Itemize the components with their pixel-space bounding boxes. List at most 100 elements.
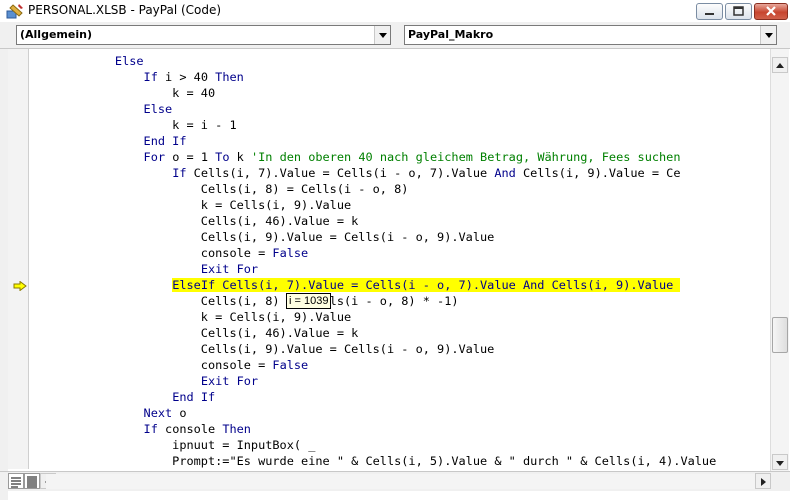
code-keyword: If [143, 422, 158, 436]
code-line[interactable]: k = Cells(i, 9).Value [29, 309, 351, 325]
code-token: console = [29, 246, 273, 260]
maximize-icon [733, 6, 744, 16]
code-line[interactable]: Cells(i, 8) = (Cells(i - o, 8) * -1) [29, 293, 459, 309]
procedure-view-button[interactable] [8, 473, 24, 489]
vba-project-icon [6, 4, 23, 19]
code-token: Cells(i, 8) = (Cells(i - o, 8) * -1) [29, 294, 459, 308]
horizontal-scroll-track[interactable] [46, 474, 764, 489]
code-line[interactable]: End If [29, 389, 215, 405]
code-line[interactable]: k = i - 1 [29, 117, 237, 133]
code-keyword: End If [172, 390, 216, 404]
code-line[interactable]: Exit For [29, 261, 258, 277]
minimize-button[interactable] [696, 3, 723, 20]
code-keyword: Exit For [200, 262, 259, 276]
window-title: PERSONAL.XLSB - PayPal (Code) [28, 3, 222, 17]
code-token: k = Cells(i, 9).Value [29, 198, 352, 212]
code-editor[interactable]: Else If i > 40 Then k = 40 Else k = i - … [0, 49, 790, 500]
code-text-area[interactable]: Else If i > 40 Then k = 40 Else k = i - … [29, 53, 770, 469]
code-line[interactable]: Cells(i, 46).Value = k [29, 213, 359, 229]
vertical-scrollbar[interactable] [770, 49, 789, 471]
code-line[interactable]: console = False [29, 245, 308, 261]
full-module-view-button[interactable] [24, 473, 40, 489]
code-token: Cells(i, 9).Value = Ce [515, 166, 681, 180]
title-bar: PERSONAL.XLSB - PayPal (Code) [0, 0, 790, 23]
code-token: console = [29, 358, 273, 372]
code-keyword: Next [143, 406, 173, 420]
code-keyword: To [215, 150, 230, 164]
code-line[interactable]: If console Then [29, 421, 251, 437]
code-line[interactable]: End If [29, 133, 187, 149]
arrow-right-icon [761, 478, 766, 486]
code-line[interactable]: console = False [29, 357, 308, 373]
code-line[interactable]: k = 40 [29, 85, 215, 101]
scroll-right-button[interactable] [755, 473, 771, 489]
code-line[interactable]: Else [29, 53, 144, 69]
code-line[interactable]: Exit For [29, 373, 258, 389]
maximize-button[interactable] [725, 3, 752, 20]
code-line[interactable]: Cells(i, 9).Value = Cells(i - o, 9).Valu… [29, 229, 495, 245]
code-keyword: Then [222, 422, 251, 436]
scroll-up-button[interactable] [772, 57, 788, 73]
vertical-scroll-thumb[interactable] [772, 317, 788, 353]
code-token: k = Cells(i, 9).Value [29, 310, 352, 324]
code-keyword: If [172, 166, 187, 180]
procedure-combobox-value: PayPal_Makro [408, 28, 494, 41]
code-line[interactable]: Next o [29, 405, 187, 421]
object-combobox-value: (Allgemein) [20, 28, 92, 41]
object-combobox[interactable]: (Allgemein) [16, 25, 391, 45]
code-token: Prompt:="Es wurde eine " & Cells(i, 5).V… [29, 454, 717, 468]
code-keyword: For [143, 150, 166, 164]
code-token: ipnuut = InputBox( _ [29, 438, 316, 452]
code-token: Cells(i, 7).Value = Cells(i - o, 7).Valu… [186, 166, 495, 180]
code-line[interactable]: Cells(i, 46).Value = k [29, 325, 359, 341]
code-keyword: And [494, 166, 516, 180]
code-keyword: Then [215, 70, 244, 84]
chevron-down-icon[interactable] [374, 26, 390, 44]
code-line[interactable]: For o = 1 To k 'In den oberen 40 nach gl… [29, 149, 681, 165]
code-comment: 'In den oberen 40 nach gleichem Betrag, … [250, 150, 681, 164]
code-token: Cells(i, 46).Value = k [29, 214, 359, 228]
indicator-margin[interactable] [8, 49, 29, 469]
close-button[interactable] [754, 3, 788, 20]
variable-value-tooltip: i = 1039 [286, 293, 332, 309]
code-token: k = 40 [29, 86, 216, 100]
code-line[interactable]: Cells(i, 9).Value = Cells(i - o, 9).Valu… [29, 341, 495, 357]
code-keyword: Else [114, 54, 144, 68]
code-token: k [229, 150, 251, 164]
code-line[interactable]: Else [29, 101, 173, 117]
code-token: ElseIf Cells(i, 7).Value = Cells(i - o, … [172, 278, 681, 292]
horizontal-scrollbar[interactable] [0, 471, 790, 491]
code-line[interactable]: ipnuut = InputBox( _ [29, 437, 315, 453]
code-keyword: Else [143, 102, 173, 116]
code-token: Cells(i, 9).Value = Cells(i - o, 9).Valu… [29, 230, 495, 244]
code-keyword: End If [143, 134, 187, 148]
chevron-down-icon[interactable] [760, 26, 776, 44]
code-keyword: False [272, 246, 309, 260]
minimize-icon [705, 13, 714, 15]
editor-left-edge [0, 49, 8, 500]
arrow-up-icon [776, 63, 784, 68]
code-line[interactable]: Prompt:="Es wurde eine " & Cells(i, 5).V… [29, 453, 716, 469]
code-token: Cells(i, 8) = Cells(i - o, 8) [29, 182, 409, 196]
code-line[interactable]: If i > 40 Then [29, 69, 244, 85]
scroll-down-button[interactable] [772, 454, 788, 470]
code-line[interactable]: Cells(i, 8) = Cells(i - o, 8) [29, 181, 409, 197]
code-token: Cells(i, 46).Value = k [29, 326, 359, 340]
arrow-down-icon [776, 461, 784, 466]
code-token: k = i - 1 [29, 118, 237, 132]
procedure-combobox[interactable]: PayPal_Makro [404, 25, 777, 45]
code-line[interactable]: k = Cells(i, 9).Value [29, 197, 351, 213]
code-token: o [172, 406, 187, 420]
current-execution-line[interactable]: ElseIf Cells(i, 7).Value = Cells(i - o, … [29, 277, 681, 293]
code-line[interactable]: If Cells(i, 7).Value = Cells(i - o, 7).V… [29, 165, 680, 181]
close-icon [766, 6, 776, 16]
